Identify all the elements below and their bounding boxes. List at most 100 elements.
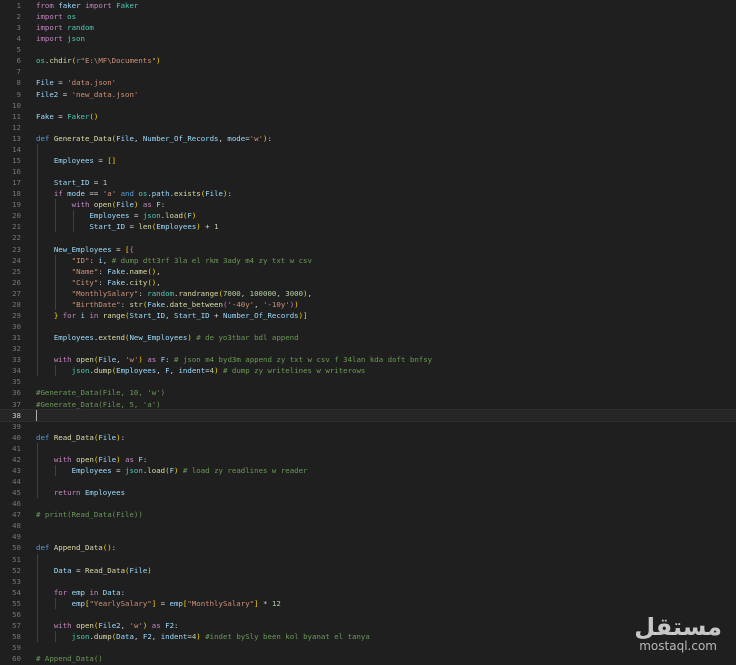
line-code[interactable]: def Read_Data(File): (36, 432, 125, 443)
code-line[interactable]: 17 Start_ID = 1 (0, 177, 736, 188)
code-line[interactable]: 30 (0, 321, 736, 332)
code-line[interactable]: 41 (0, 443, 736, 454)
code-line[interactable]: 9 File2 = 'new_data.json' (0, 89, 736, 100)
line-code[interactable]: Start_ID = 1 (36, 177, 107, 188)
code-line[interactable]: 50 def Append_Data(): (0, 542, 736, 553)
line-code[interactable]: with open(File, 'w') as F: # json m4 byd… (36, 354, 432, 365)
line-code[interactable]: with open(File) as F: (36, 454, 148, 465)
code-line[interactable]: 48 (0, 520, 736, 531)
code-line[interactable]: 18 if mode == 'a' and os.path.exists(Fil… (0, 188, 736, 199)
code-line[interactable]: 54 for emp in Data: (0, 587, 736, 598)
code-line[interactable]: 51 (0, 554, 736, 565)
line-code[interactable]: emp["YearlySalary"] = emp["MonthlySalary… (36, 598, 281, 609)
line-code[interactable]: json.dump(Data, F2, indent=4) #indet byS… (36, 631, 370, 642)
line-code[interactable]: from faker import Faker (36, 0, 138, 11)
code-editor[interactable]: 1 from faker import Faker 2 import os 3 impor… (0, 0, 736, 665)
line-code[interactable]: import random (36, 22, 94, 33)
line-code[interactable]: import os (36, 11, 76, 22)
code-line[interactable]: 57 with open(File2, 'w') as F2: (0, 620, 736, 631)
code-line[interactable]: 2 import os (0, 11, 736, 22)
code-line[interactable]: 8 File = 'data.json' (0, 77, 736, 88)
line-code[interactable]: # print(Read_Data(File)) (36, 509, 143, 520)
code-line[interactable]: 31 Employees.extend(New_Employees) # de … (0, 332, 736, 343)
line-code[interactable]: "ID": i, # dump dtt3rf 3la el rkm 3ady m… (36, 255, 312, 266)
code-line[interactable]: 16 (0, 166, 736, 177)
code-line[interactable]: 47 # print(Read_Data(File)) (0, 509, 736, 520)
code-line[interactable]: 36 #Generate_Data(File, 10, 'w') (0, 387, 736, 398)
code-line[interactable]: 10 (0, 100, 736, 111)
code-line[interactable]: 39 (0, 421, 736, 432)
line-code[interactable]: Data = Read_Data(File) (36, 565, 152, 576)
code-line[interactable]: 4 import json (0, 33, 736, 44)
code-line[interactable]: 22 (0, 232, 736, 243)
code-line[interactable]: 43 Employees = json.load(F) # load zy re… (0, 465, 736, 476)
code-line[interactable]: 12 (0, 122, 736, 133)
code-line[interactable]: 42 with open(File) as F: (0, 454, 736, 465)
code-line[interactable]: 6 os.chdir(r"E:\MF\Documents") (0, 55, 736, 66)
code-line[interactable]: 26 "City": Fake.city(), (0, 277, 736, 288)
code-line[interactable]: 56 (0, 609, 736, 620)
code-line[interactable]: 60 # Append_Data() (0, 653, 736, 664)
code-line[interactable]: 44 (0, 476, 736, 487)
code-line[interactable]: 1 from faker import Faker (0, 0, 736, 11)
code-line[interactable]: 53 (0, 576, 736, 587)
line-number: 23 (12, 244, 21, 254)
code-line[interactable]: 3 import random (0, 22, 736, 33)
code-line[interactable]: 11 Fake = Faker() (0, 111, 736, 122)
line-code[interactable]: "BirthDate": str(Fake.date_between('-40y… (36, 299, 299, 310)
line-code[interactable]: File = 'data.json' (36, 77, 116, 88)
code-line[interactable]: 24 "ID": i, # dump dtt3rf 3la el rkm 3ad… (0, 255, 736, 266)
code-line[interactable]: 20 Employees = json.load(F) (0, 210, 736, 221)
code-line[interactable]: 49 (0, 531, 736, 542)
code-line[interactable]: 40 def Read_Data(File): (0, 432, 736, 443)
line-code[interactable]: def Generate_Data(File, Number_Of_Record… (36, 133, 272, 144)
line-code[interactable]: return Employees (36, 487, 125, 498)
code-line[interactable]: 32 (0, 343, 736, 354)
line-code[interactable]: if mode == 'a' and os.path.exists(File): (36, 188, 232, 199)
line-code[interactable]: Employees = [] (36, 155, 116, 166)
line-code[interactable]: } for i in range(Start_ID, Start_ID + Nu… (36, 310, 308, 321)
code-line[interactable]: 13 def Generate_Data(File, Number_Of_Reco… (0, 133, 736, 144)
code-line[interactable]: 52 Data = Read_Data(File) (0, 565, 736, 576)
code-line[interactable]: 14 (0, 144, 736, 155)
code-line[interactable]: 37 #Generate_Data(File, 5, 'a') (0, 399, 736, 410)
code-line[interactable]: 29 } for i in range(Start_ID, Start_ID +… (0, 310, 736, 321)
line-code[interactable]: Start_ID = len(Employees) + 1 (36, 221, 218, 232)
code-line[interactable]: 34 json.dump(Employees, F, indent=4) # d… (0, 365, 736, 376)
code-line[interactable]: 58 json.dump(Data, F2, indent=4) #indet … (0, 631, 736, 642)
code-line[interactable]: 55 emp["YearlySalary"] = emp["MonthlySal… (0, 598, 736, 609)
line-code[interactable]: import json (36, 33, 85, 44)
code-line[interactable]: 21 Start_ID = len(Employees) + 1 (0, 221, 736, 232)
code-line[interactable]: 59 (0, 642, 736, 653)
code-line[interactable]: 28 "BirthDate": str(Fake.date_between('-… (0, 299, 736, 310)
line-code[interactable]: New_Employees = [{ (36, 244, 134, 255)
line-code[interactable]: #Generate_Data(File, 5, 'a') (36, 399, 161, 410)
line-code[interactable]: Employees.extend(New_Employees) # de yo3… (36, 332, 299, 343)
code-line[interactable]: 5 (0, 44, 736, 55)
code-line[interactable]: 45 return Employees (0, 487, 736, 498)
code-line[interactable]: 35 (0, 376, 736, 387)
line-code[interactable]: Employees = json.load(F) # load zy readl… (36, 465, 308, 476)
line-code[interactable]: Employees = json.load(F) (36, 210, 196, 221)
line-code[interactable]: "MonthlySalary": random.randrange(7000, … (36, 288, 312, 299)
line-code[interactable]: for emp in Data: (36, 587, 125, 598)
code-line[interactable]: 27 "MonthlySalary": random.randrange(700… (0, 288, 736, 299)
line-number: 36 (12, 388, 21, 398)
line-code[interactable]: def Append_Data(): (36, 542, 116, 553)
code-line[interactable]: 25 "Name": Fake.name(), (0, 266, 736, 277)
code-line[interactable]: 15 Employees = [] (0, 155, 736, 166)
line-code[interactable]: #Generate_Data(File, 10, 'w') (36, 387, 165, 398)
code-line[interactable]: 23 New_Employees = [{ (0, 244, 736, 255)
code-line[interactable]: 33 with open(File, 'w') as F: # json m4 … (0, 354, 736, 365)
line-code[interactable]: Fake = Faker() (36, 111, 98, 122)
line-code[interactable]: File2 = 'new_data.json' (36, 89, 138, 100)
line-code[interactable]: json.dump(Employees, F, indent=4) # dump… (36, 365, 366, 376)
code-line[interactable]: 46 (0, 498, 736, 509)
line-number: 8 (16, 78, 21, 88)
line-code[interactable]: # Append_Data() (36, 653, 103, 664)
code-line[interactable]: 7 (0, 66, 736, 77)
line-code[interactable]: with open(File2, 'w') as F2: (36, 620, 179, 631)
code-line[interactable]: 19 with open(File) as F: (0, 199, 736, 210)
code-line[interactable]: 38 (0, 408, 736, 422)
line-code[interactable]: os.chdir(r"E:\MF\Documents") (36, 55, 161, 66)
